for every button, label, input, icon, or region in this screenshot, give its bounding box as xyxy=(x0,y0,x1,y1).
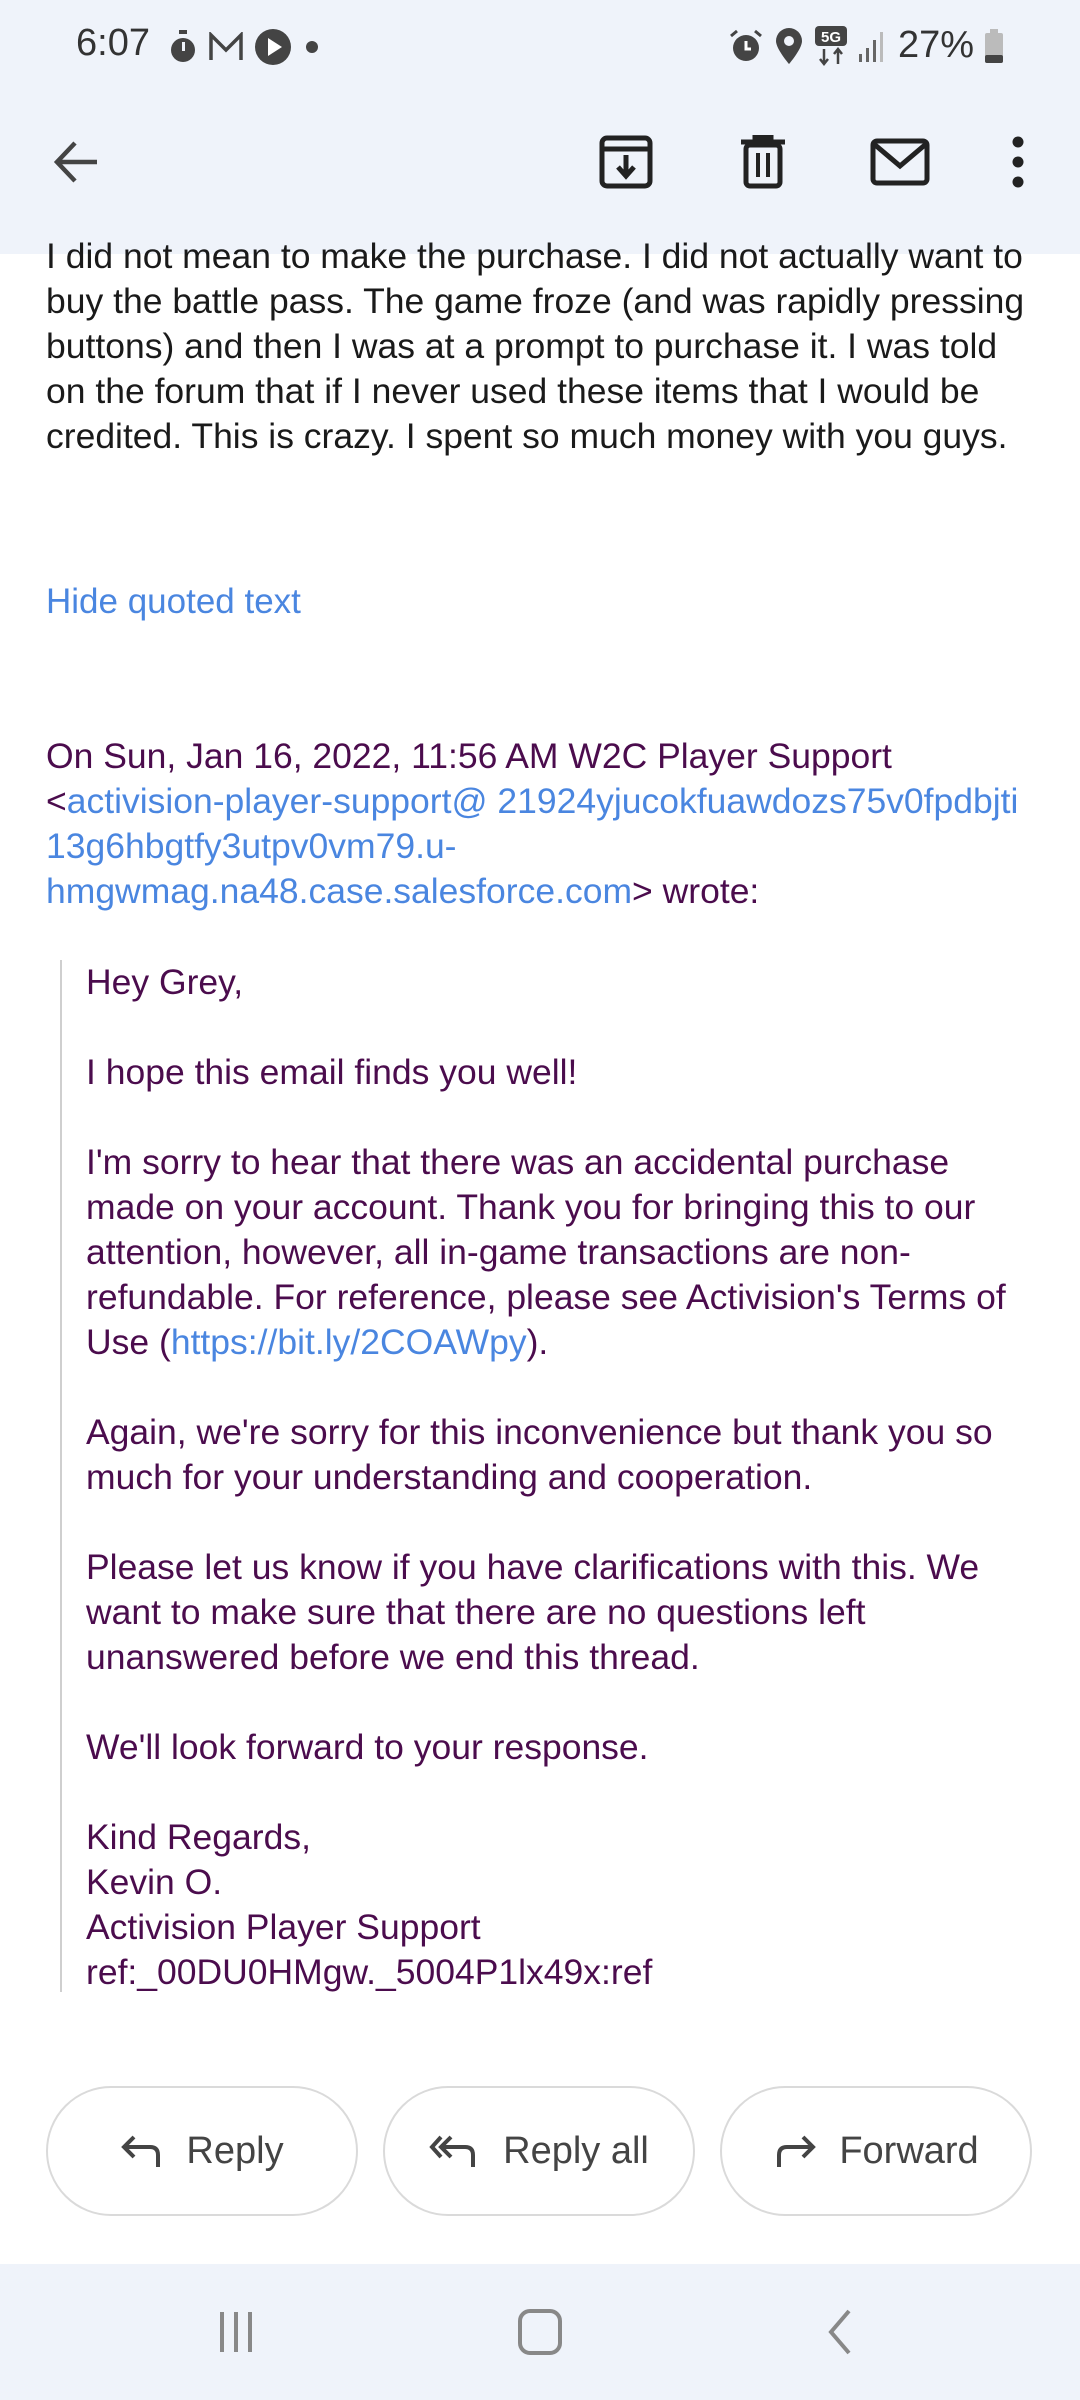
hide-quoted-text-link[interactable]: Hide quoted text xyxy=(46,582,301,622)
svg-text:5G: 5G xyxy=(821,29,841,46)
battery-icon xyxy=(985,28,1003,63)
reply-all-label: Reply all xyxy=(503,2129,649,2172)
quote-paragraph: Again, we're sorry for this inconvenienc… xyxy=(86,1412,993,1497)
recent-apps-button[interactable] xyxy=(196,2302,276,2362)
quoted-message: Hey Grey, I hope this email finds you we… xyxy=(60,960,1040,1992)
location-icon xyxy=(775,27,802,64)
gmail-icon xyxy=(209,32,243,60)
delete-button[interactable] xyxy=(727,126,799,198)
system-back-button[interactable] xyxy=(800,2302,880,2362)
reply-all-icon xyxy=(429,2135,476,2167)
quote-attribution: On Sun, Jan 16, 2022, 11:56 AM W2C Playe… xyxy=(46,734,1046,914)
email-toolbar xyxy=(0,96,1080,254)
mail-icon xyxy=(870,138,930,186)
battery-percent: 27% xyxy=(897,24,974,66)
quote-paragraph: We'll look forward to your response. xyxy=(86,1727,649,1767)
sender-email-link[interactable]: activision-player-support@ 21924yjucokfu… xyxy=(46,781,1018,911)
forward-label: Forward xyxy=(839,2129,979,2172)
quote-header-suffix: > wrote: xyxy=(632,871,760,911)
status-bar: 6:07 5G 27% xyxy=(0,0,1080,96)
reply-label: Reply xyxy=(186,2129,284,2172)
reply-button[interactable]: Reply xyxy=(46,2086,358,2216)
back-arrow-icon xyxy=(53,141,97,183)
quote-greeting: Hey Grey, xyxy=(86,962,244,1002)
alarm-icon xyxy=(729,29,762,61)
quote-paragraph: Please let us know if you have clarifica… xyxy=(86,1547,980,1677)
archive-button[interactable] xyxy=(590,126,662,198)
forward-icon xyxy=(777,2135,817,2167)
sign-off: Kind Regards, xyxy=(86,1817,311,1857)
timer-icon xyxy=(171,30,195,62)
clock: 6:07 xyxy=(76,22,150,64)
quote-paragraph: I hope this email finds you well! xyxy=(86,1052,578,1092)
signal-icon xyxy=(858,31,883,62)
forward-button[interactable]: Forward xyxy=(720,2086,1032,2216)
recent-apps-icon xyxy=(220,2312,252,2352)
notification-icons xyxy=(168,28,322,66)
signer-team: Activision Player Support xyxy=(86,1907,481,1947)
signer-name: Kevin O. xyxy=(86,1862,223,1902)
reply-icon xyxy=(121,2135,161,2167)
reply-all-button[interactable]: Reply all xyxy=(383,2086,695,2216)
dot-icon xyxy=(306,41,318,53)
home-button[interactable] xyxy=(500,2302,580,2362)
message-body: I did not mean to make the purchase. I d… xyxy=(46,236,1025,456)
play-icon xyxy=(255,29,291,65)
more-vert-icon xyxy=(1012,136,1024,188)
system-nav-bar xyxy=(0,2264,1080,2400)
system-back-icon xyxy=(828,2309,851,2355)
5g-icon: 5G xyxy=(814,25,847,66)
mark-unread-button[interactable] xyxy=(864,126,936,198)
terms-of-use-link[interactable]: https://bit.ly/2COAWpy xyxy=(171,1322,527,1362)
reply-actions: Reply Reply all Forward xyxy=(0,2086,1080,2220)
quote-paragraph: I'm sorry to hear that there was an acci… xyxy=(86,1140,1040,1365)
reference-code: ref:_00DU0HMgw._5004P1lx49x:ref xyxy=(86,1952,653,1992)
trash-icon xyxy=(741,135,785,189)
system-icons: 5G 27% xyxy=(728,24,1004,67)
archive-icon xyxy=(599,135,653,189)
quote-text: ). xyxy=(526,1322,549,1362)
back-button[interactable] xyxy=(40,126,112,198)
home-icon xyxy=(518,2309,562,2355)
more-options-button[interactable] xyxy=(982,126,1054,198)
